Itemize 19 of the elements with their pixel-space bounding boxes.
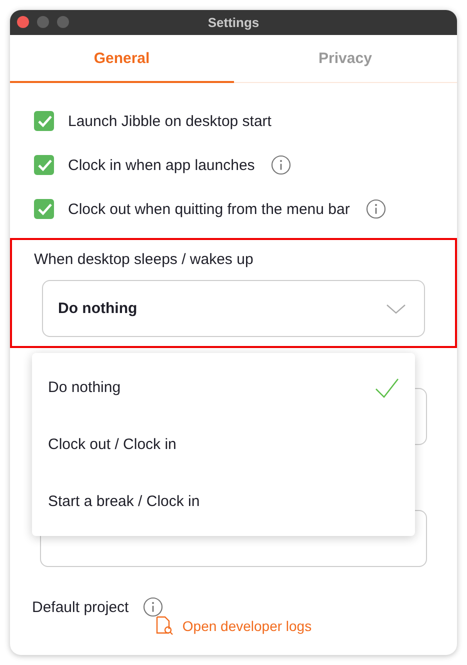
- chevron-down-icon: [386, 304, 406, 314]
- menu-item[interactable]: Start a break / Clock in: [32, 473, 415, 530]
- document-search-icon: [155, 616, 174, 636]
- option-label: Clock in when app launches: [68, 156, 255, 174]
- info-icon: [142, 597, 163, 617]
- checkbox[interactable]: [34, 111, 54, 131]
- minimize-button[interactable]: [37, 16, 49, 28]
- close-button[interactable]: [17, 16, 29, 28]
- checkbox[interactable]: [34, 155, 54, 175]
- checkbox[interactable]: [34, 199, 54, 219]
- field-label: When desktop sleeps / wakes up: [34, 250, 254, 270]
- menu-item[interactable]: Clock out / Clock in: [32, 416, 415, 473]
- window-title: Settings: [208, 15, 260, 30]
- option-label: Clock out when quitting from the menu bar: [68, 200, 350, 218]
- option-label: Launch Jibble on desktop start: [68, 112, 272, 130]
- menu-item[interactable]: Do nothing: [32, 359, 415, 416]
- zoom-button[interactable]: [57, 16, 69, 28]
- select-field[interactable]: Do nothing: [42, 280, 425, 337]
- field-label: Default project: [32, 598, 129, 616]
